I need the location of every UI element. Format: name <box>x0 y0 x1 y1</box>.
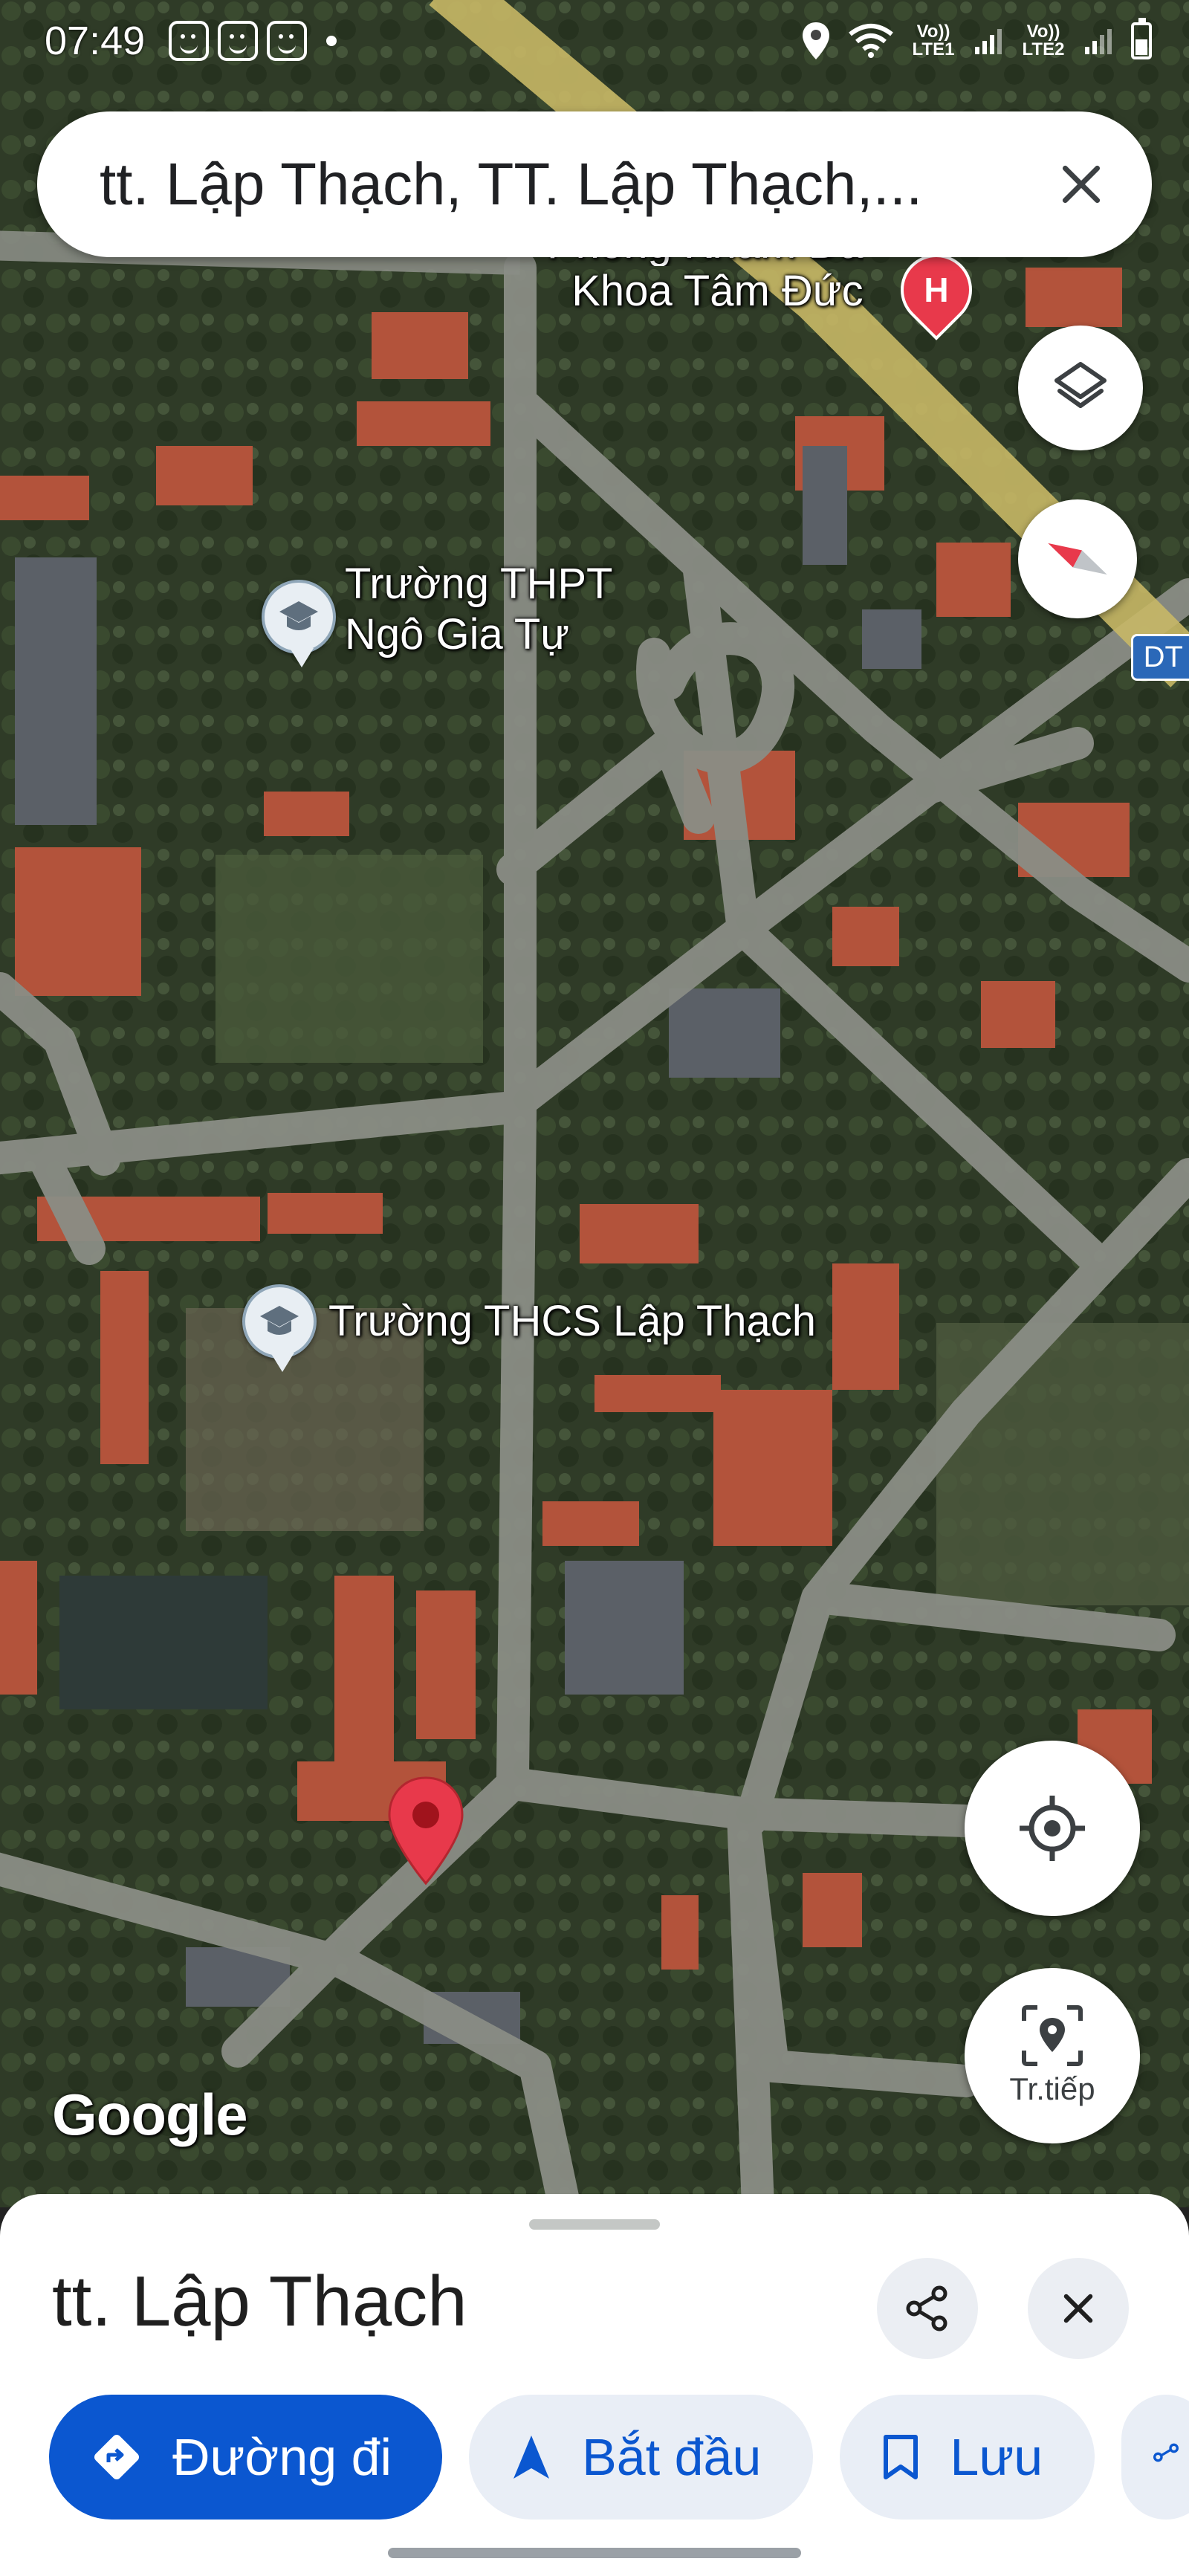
save-label: Lưu <box>950 2428 1043 2486</box>
place-bottom-sheet[interactable]: tt. Lập Thạch Đường đi Bắt đầu Lưu <box>0 2194 1189 2576</box>
emoji-face-icon <box>218 21 259 61</box>
clear-search-icon[interactable] <box>1055 158 1107 210</box>
close-sheet-button[interactable] <box>1028 2258 1129 2359</box>
bookmark-icon <box>884 2435 919 2479</box>
directions-label: Đường đi <box>172 2428 392 2486</box>
emoji-face-icon <box>169 21 210 61</box>
compass-button[interactable] <box>1018 499 1137 618</box>
wifi-icon <box>849 24 893 58</box>
close-icon <box>1059 2289 1098 2328</box>
network-label-2: Vo)) LTE2 <box>1022 22 1065 59</box>
live-view-button[interactable]: Tr.tiếp <box>965 1968 1140 2143</box>
save-button[interactable]: Lưu <box>840 2395 1095 2520</box>
directions-icon <box>94 2434 140 2480</box>
share-icon <box>1153 2443 1179 2462</box>
graduation-cap-icon <box>279 601 318 630</box>
layers-icon <box>1054 362 1107 408</box>
layers-button[interactable] <box>1018 326 1143 450</box>
network-label-1: Vo)) LTE1 <box>912 22 955 59</box>
school-label-thcs[interactable]: Trường THCS Lập Thạch <box>328 1296 816 1347</box>
gesture-navigation-bar[interactable] <box>388 2548 801 2558</box>
status-indicators: Vo)) LTE1 Vo)) LTE2 <box>801 18 1152 61</box>
navigation-arrow-icon <box>513 2436 550 2479</box>
share-chip-partial[interactable] <box>1121 2395 1189 2520</box>
start-button[interactable]: Bắt đầu <box>469 2395 814 2520</box>
place-title: tt. Lập Thạch <box>52 2262 467 2341</box>
graduation-cap-icon <box>260 1306 299 1335</box>
location-icon <box>803 22 829 59</box>
my-location-button[interactable] <box>965 1741 1140 1916</box>
battery-icon <box>1131 18 1152 59</box>
google-attribution: Google <box>52 2082 248 2147</box>
selected-location-marker[interactable] <box>385 1775 467 1886</box>
search-bar[interactable]: tt. Lập Thạch, TT. Lập Thạch,... <box>37 111 1152 257</box>
emoji-face-icon <box>267 21 308 61</box>
live-view-label: Tr.tiếp <box>1009 2071 1095 2106</box>
my-location-icon <box>1020 1796 1085 1861</box>
clinic-label-line2: Khoa Tâm Đức <box>571 267 864 315</box>
share-button[interactable] <box>877 2258 978 2359</box>
share-icon <box>906 2285 947 2331</box>
search-query-text[interactable]: tt. Lập Thạch, TT. Lập Thạch,... <box>100 150 1055 219</box>
school-marker-thcs[interactable] <box>242 1284 317 1372</box>
signal-icon <box>975 29 1002 54</box>
live-view-icon <box>1022 2005 1083 2066</box>
road-badge: DT <box>1130 634 1189 681</box>
action-chips: Đường đi Bắt đầu Lưu <box>49 2395 1189 2520</box>
compass-icon <box>1048 543 1107 575</box>
directions-button[interactable]: Đường đi <box>49 2395 443 2520</box>
school-label-thpt[interactable]: Trường THPT Ngô Gia Tự <box>345 559 612 660</box>
drag-handle[interactable] <box>529 2219 660 2230</box>
notification-dot-icon <box>326 36 337 46</box>
clock-time: 07:49 <box>45 19 146 63</box>
school-label-thpt-line1: Trường THPT <box>345 560 613 608</box>
status-bar: 07:49 Vo)) LTE1 Vo)) LTE2 <box>0 0 1189 111</box>
start-label: Bắt đầu <box>582 2428 762 2486</box>
hospital-icon: H <box>924 271 949 309</box>
school-label-thpt-line2: Ngô Gia Tự <box>345 610 570 658</box>
signal-icon <box>1085 29 1112 54</box>
school-marker-thpt[interactable] <box>262 580 336 667</box>
